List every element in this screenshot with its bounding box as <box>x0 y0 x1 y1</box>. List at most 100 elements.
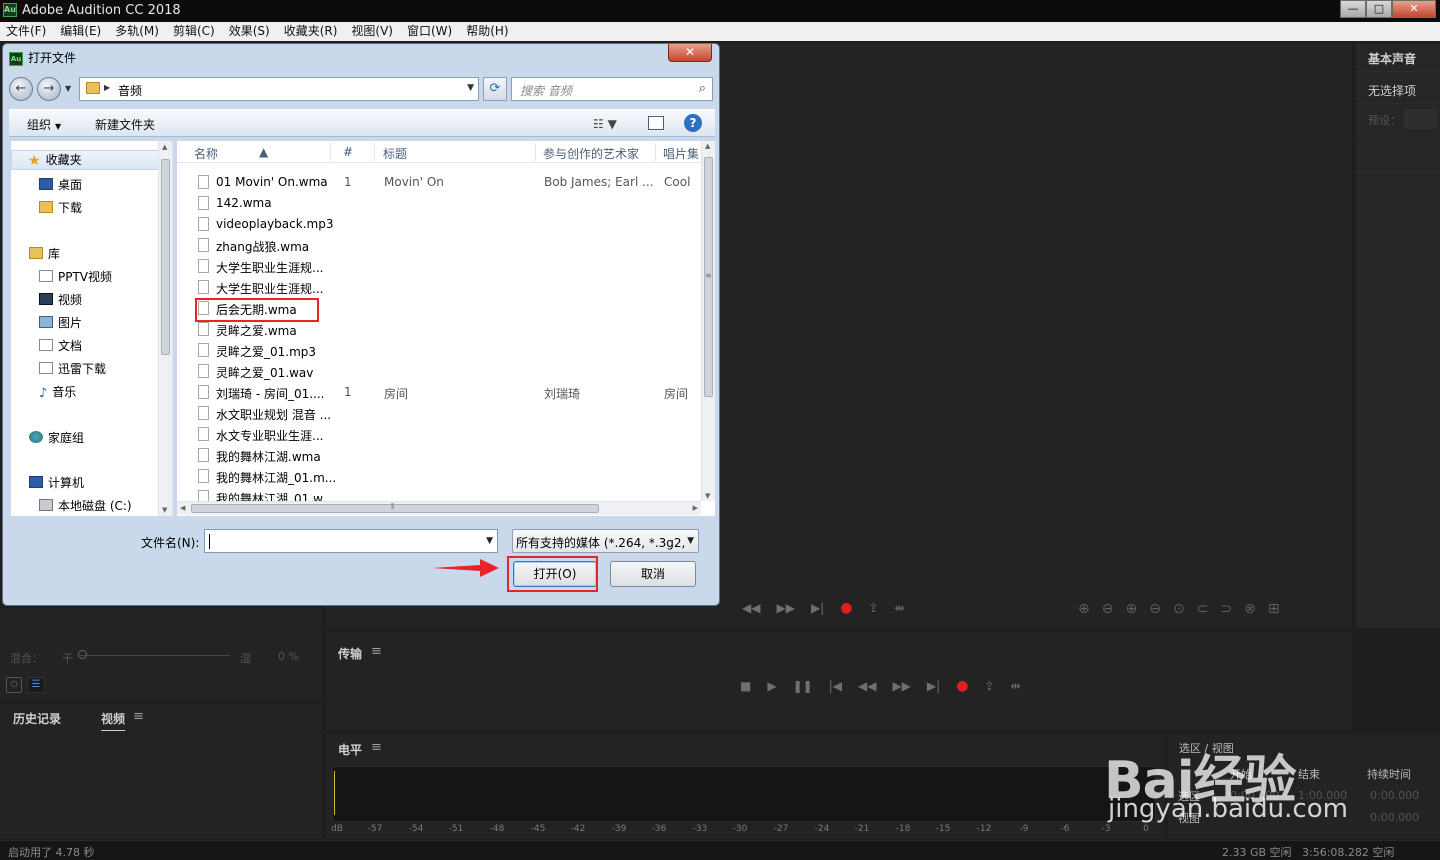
menu-icon[interactable]: ≡ <box>133 709 144 724</box>
new-folder-button[interactable]: 新建文件夹 <box>95 116 155 133</box>
nav-downloads[interactable]: 下载 <box>39 199 82 219</box>
skip-next-icon[interactable]: ▶| <box>927 679 940 693</box>
nav-desktop[interactable]: 桌面 <box>39 176 82 196</box>
menu-clip[interactable]: 剪辑(C) <box>173 22 215 41</box>
column-separator[interactable] <box>374 143 375 161</box>
rewind-icon[interactable]: ◀◀ <box>858 679 876 693</box>
menu-multitrack[interactable]: 多轨(M) <box>115 22 159 41</box>
scroll-right-icon[interactable]: ▶ <box>693 504 698 512</box>
refresh-button[interactable]: ⟳ <box>483 77 507 101</box>
nav-pictures[interactable]: 图片 <box>39 314 82 334</box>
mix-slider[interactable] <box>80 655 230 656</box>
file-row[interactable]: 灵眸之爱_01.wav <box>177 361 701 382</box>
zoom-selection-icon[interactable]: ⊗ <box>1244 601 1256 617</box>
scrollbar-thumb[interactable] <box>191 504 599 513</box>
cancel-button[interactable]: 取消 <box>610 561 696 587</box>
scroll-down-icon[interactable]: ▼ <box>705 492 710 500</box>
column-separator[interactable] <box>535 143 536 161</box>
play-icon[interactable]: ▶ <box>767 679 776 693</box>
file-row[interactable]: 142.wma <box>177 193 701 214</box>
mix-slider-handle[interactable] <box>78 650 87 659</box>
maximize-button[interactable]: □ <box>1366 0 1392 18</box>
view-duration-value[interactable]: 0:00.000 <box>1370 811 1419 824</box>
file-row[interactable]: 刘瑞琦 - 房间_01.... 1 房间 刘瑞琦 房间 <box>177 382 701 403</box>
column-artist[interactable]: 参与创作的艺术家 <box>543 145 639 162</box>
menu-file[interactable]: 文件(F) <box>6 22 46 41</box>
scroll-up-icon[interactable]: ▲ <box>162 143 167 151</box>
close-button[interactable]: ✕ <box>1392 0 1436 18</box>
file-row[interactable]: zhang战狼.wma <box>177 235 701 256</box>
loop-icon[interactable]: ⇪ <box>868 601 878 615</box>
scroll-up-icon[interactable]: ▲ <box>705 142 710 150</box>
loop-icon[interactable]: ⇪ <box>984 679 994 693</box>
file-row[interactable]: 灵眸之爱_01.mp3 <box>177 340 701 361</box>
column-album[interactable]: 唱片集 <box>663 145 699 162</box>
skip-selection-icon[interactable]: ⇹ <box>895 601 905 615</box>
nav-music[interactable]: ♪ 音乐 <box>39 383 76 403</box>
file-row[interactable]: videoplayback.mp3 <box>177 214 701 235</box>
column-title[interactable]: 标题 <box>383 145 407 162</box>
zoom-in-time-icon[interactable]: ⊕ <box>1125 601 1137 617</box>
breadcrumb-separator-icon[interactable]: ▶ <box>104 83 110 92</box>
address-bar[interactable]: ▶ 音频 ▼ <box>79 77 479 101</box>
preview-pane-icon[interactable] <box>648 116 664 130</box>
nav-pptv[interactable]: PPTV视频 <box>39 268 112 288</box>
organize-button[interactable]: 组织 ▼ <box>27 116 61 133</box>
nav-libraries[interactable]: 库 <box>29 245 60 265</box>
file-row[interactable]: 水文专业职业生涯... <box>177 424 701 445</box>
zoom-in-left-icon[interactable]: ⊂ <box>1197 601 1209 617</box>
zoom-in-right-icon[interactable]: ⊃ <box>1220 601 1232 617</box>
column-number[interactable]: # <box>343 145 353 159</box>
nav-documents[interactable]: 文档 <box>39 337 82 357</box>
column-separator[interactable] <box>655 143 656 161</box>
chevron-down-icon[interactable]: ▼ <box>486 536 493 546</box>
skip-previous-icon[interactable]: |◀ <box>829 679 842 693</box>
chevron-down-icon[interactable]: ▼ <box>687 536 694 546</box>
record-icon[interactable]: ● <box>840 600 852 616</box>
power-icon[interactable]: ⏻ <box>6 677 22 693</box>
change-view-icon[interactable]: ☷ ▼ <box>593 117 617 131</box>
nav-homegroup[interactable]: 家庭组 <box>29 429 84 449</box>
file-row[interactable]: 水文职业规划 混音 ... <box>177 403 701 424</box>
file-row[interactable]: 我的舞林江湖_01.m... <box>177 466 701 487</box>
rewind-icon[interactable]: ◀◀ <box>742 601 760 615</box>
chevron-down-icon[interactable]: ▼ <box>467 83 474 93</box>
file-row[interactable]: 我的舞林江湖.wma <box>177 445 701 466</box>
nav-favorites[interactable]: ★ 收藏夹 <box>11 150 159 170</box>
history-dropdown-icon[interactable]: ▼ <box>65 84 71 93</box>
file-row[interactable]: 01 Movin' On.wma 1 Movin' On Bob James; Ear… <box>177 172 701 193</box>
scrollbar-thumb[interactable] <box>161 159 170 355</box>
menu-help[interactable]: 帮助(H) <box>466 22 508 41</box>
skip-next-icon[interactable]: ▶| <box>811 601 824 615</box>
nav-local-disk[interactable]: 本地磁盘 (C:) <box>39 497 132 516</box>
forward-button[interactable]: → <box>37 77 61 101</box>
back-button[interactable]: ← <box>9 77 33 101</box>
record-icon[interactable]: ● <box>956 678 968 694</box>
dialog-close-button[interactable]: ✕ <box>668 44 712 62</box>
tab-history[interactable]: 历史记录 <box>13 710 61 727</box>
scroll-down-icon[interactable]: ▼ <box>162 506 167 514</box>
file-row[interactable]: 灵眸之爱.wma <box>177 319 701 340</box>
navpane-scrollbar[interactable]: ▲ ▼ <box>158 141 172 516</box>
menu-icon[interactable]: ≡ <box>371 740 382 755</box>
nav-videos[interactable]: 视频 <box>39 291 82 311</box>
zoom-out-time-icon[interactable]: ⊖ <box>1149 601 1161 617</box>
scroll-left-icon[interactable]: ◀ <box>180 504 185 512</box>
list-icon[interactable]: ☰ <box>27 677 45 693</box>
column-name[interactable]: 名称 <box>194 145 218 162</box>
search-icon[interactable]: ⌕ <box>699 81 706 96</box>
search-input[interactable]: 搜索 音频 ⌕ <box>511 77 713 101</box>
menu-icon[interactable]: ≡ <box>371 644 382 659</box>
menu-window[interactable]: 窗口(W) <box>407 22 452 41</box>
help-icon[interactable]: ? <box>684 114 702 132</box>
filename-input[interactable]: ▼ <box>204 529 498 553</box>
filelist-vertical-scrollbar[interactable]: ▲ ≡ ▼ <box>701 141 715 501</box>
breadcrumb-audio[interactable]: 音频 <box>118 82 142 99</box>
zoom-all-icon[interactable]: ⊞ <box>1268 601 1280 617</box>
pause-icon[interactable]: ❚❚ <box>793 679 813 693</box>
menu-effects[interactable]: 效果(S) <box>229 22 270 41</box>
tab-video[interactable]: 视频 <box>101 710 126 731</box>
fast-forward-icon[interactable]: ▶▶ <box>776 601 794 615</box>
fast-forward-icon[interactable]: ▶▶ <box>892 679 910 693</box>
file-row[interactable]: 大学生职业生涯规... <box>177 277 701 298</box>
